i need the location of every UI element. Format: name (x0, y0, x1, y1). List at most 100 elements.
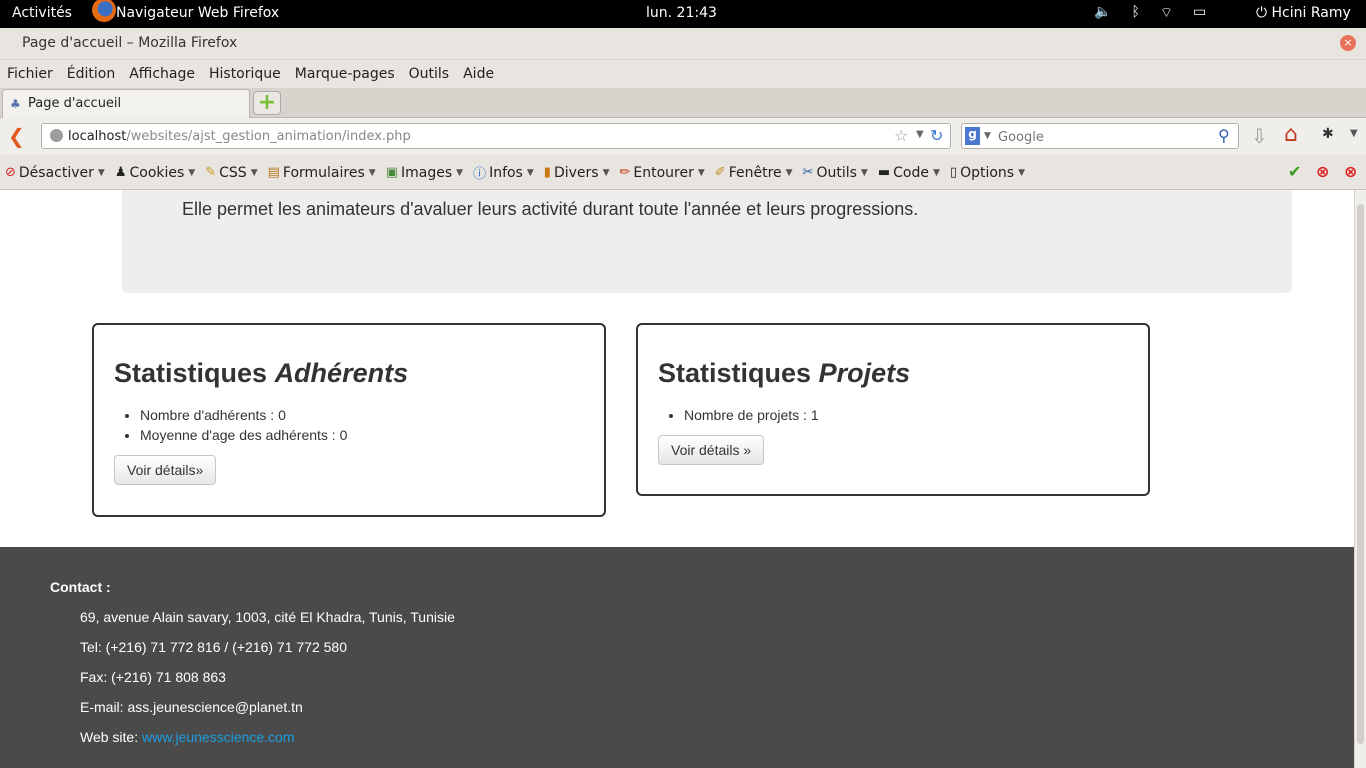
globe-icon (50, 129, 63, 142)
dropdown-arrow-icon: ▼ (697, 167, 705, 178)
pencil-icon: ✏ (619, 165, 631, 180)
url-path: /websites/ajst_gestion_animation/index.p… (126, 129, 411, 144)
dev-outils[interactable]: ✂ Outils ▼ (803, 163, 868, 182)
cookie-icon: ♟ (114, 165, 127, 180)
voir-details-adherents-button[interactable]: Voir détails» (114, 455, 217, 485)
dev-desactiver-label: Désactiver (18, 164, 94, 181)
info-icon: ⓘ (473, 167, 487, 182)
activities-button[interactable]: Activités (12, 5, 72, 21)
clipboard-icon: ▤ (267, 165, 280, 180)
dev-cookies-label: Cookies (129, 164, 185, 181)
menu-edition[interactable]: Édition (67, 60, 115, 88)
footer-address: 69, avenue Alain savary, 1003, cité El K… (80, 609, 455, 625)
clock[interactable]: lun. 21:43 (646, 5, 717, 21)
new-tab-button[interactable]: + (253, 91, 281, 115)
dev-infos[interactable]: ⓘ Infos ▼ (473, 163, 534, 183)
dev-images[interactable]: ▣ Images ▼ (386, 163, 463, 182)
navigation-toolbar: ❮ localhost/websites/ajst_gestion_animat… (0, 118, 1366, 154)
dropdown-arrow-icon: ▼ (602, 167, 610, 178)
dev-divers[interactable]: ▮ Divers ▼ (544, 163, 610, 182)
menu-outils[interactable]: Outils (409, 60, 449, 88)
menu-fichier[interactable]: Fichier (7, 60, 53, 88)
toolbar-overflow-icon[interactable]: ▼ (1350, 128, 1358, 139)
dropdown-arrow-icon: ▼ (932, 167, 940, 178)
panel-projets: Statistiques Projets Nombre de projets :… (636, 323, 1150, 496)
validation-error-icon[interactable]: ⊗ (1316, 162, 1329, 181)
url-bar[interactable]: localhost/websites/ajst_gestion_animatio… (41, 123, 951, 149)
google-engine-icon[interactable]: g (965, 127, 980, 145)
bluetooth-icon[interactable]: ᛒ (1131, 4, 1139, 22)
bookmark-star-icon[interactable]: ☆ (894, 126, 908, 145)
search-input[interactable] (998, 127, 1208, 147)
panel-projets-list: Nombre de projets : 1 (684, 405, 819, 425)
dev-code[interactable]: ▬ Code ▼ (878, 163, 940, 182)
panel-adherents: Statistiques Adhérents Nombre d'adhérent… (92, 323, 606, 517)
validation-error-2-icon[interactable]: ⊗ (1344, 162, 1357, 181)
code-icon: ▬ (877, 165, 891, 180)
window-titlebar: Page d'accueil – Mozilla Firefox × (0, 28, 1366, 60)
dev-cookies[interactable]: ♟ Cookies ▼ (115, 163, 195, 182)
user-menu[interactable]: ⏻ Hcini Ramy (1256, 5, 1351, 21)
user-name: Hcini Ramy (1271, 5, 1351, 21)
hero-section: Elle permet les animateurs d'avaluer leu… (122, 190, 1292, 293)
dropdown-arrow-icon: ▼ (1018, 167, 1026, 178)
panel-adherents-title: Statistiques Adhérents (114, 358, 408, 389)
wifi-icon[interactable]: ⌔ (1160, 4, 1173, 22)
hero-text: Elle permet les animateurs d'avaluer leu… (182, 199, 919, 219)
footer-fax: Fax: (+216) 71 808 863 (80, 669, 226, 685)
system-tray[interactable]: 🔈 ᛒ ⌔ ▭ (1094, 4, 1206, 22)
dev-options[interactable]: ▯ Options ▼ (950, 163, 1025, 182)
validation-ok-icon[interactable]: ✔ (1288, 162, 1301, 181)
vertical-scrollbar[interactable] (1354, 190, 1366, 768)
dev-entourer[interactable]: ✏ Entourer ▼ (619, 163, 704, 182)
extension-icon[interactable]: ✱ (1322, 126, 1334, 142)
engine-dropdown-icon[interactable]: ▼ (984, 131, 991, 141)
reload-icon[interactable]: ↻ (930, 126, 943, 145)
tools-icon: ✂ (802, 165, 814, 180)
url-text[interactable]: localhost/websites/ajst_gestion_animatio… (68, 129, 411, 144)
panel-projets-title: Statistiques Projets (658, 358, 910, 389)
footer-contact-label: Contact : (50, 579, 111, 595)
disable-icon: ⊘ (5, 165, 16, 180)
battery-icon[interactable]: ▭ (1193, 4, 1206, 22)
search-icon[interactable]: ⚲ (1218, 126, 1230, 145)
dropdown-arrow-icon: ▼ (188, 167, 196, 178)
app-menu[interactable]: Navigateur Web Firefox (92, 5, 279, 21)
voir-details-projets-button[interactable]: Voir détails » (658, 435, 765, 465)
dropdown-arrow-icon: ▼ (456, 167, 464, 178)
back-arrow-icon[interactable]: ❮ (8, 124, 25, 148)
scrollbar-thumb[interactable] (1357, 204, 1364, 744)
dev-css[interactable]: ✎ CSS ▼ (205, 163, 257, 182)
tab-page-accueil[interactable]: ♣ Page d'accueil (2, 89, 250, 118)
download-icon[interactable]: ⇩ (1251, 124, 1268, 148)
website-link[interactable]: www.jeunesscience.com (142, 729, 295, 745)
dev-formulaires-label: Formulaires (282, 164, 365, 181)
url-host: localhost (68, 129, 127, 144)
wand-icon: ✎ (205, 165, 217, 180)
volume-icon[interactable]: 🔈 (1094, 4, 1111, 22)
menu-affichage[interactable]: Affichage (129, 60, 195, 88)
footer-website: Web site: www.jeunesscience.com (80, 729, 295, 745)
menu-marque-pages[interactable]: Marque-pages (295, 60, 395, 88)
image-icon: ▣ (385, 165, 398, 180)
menu-aide[interactable]: Aide (463, 60, 494, 88)
list-item: Nombre d'adhérents : 0 (140, 405, 347, 425)
dev-outils-label: Outils (816, 164, 857, 181)
home-icon[interactable]: ⌂ (1284, 122, 1298, 147)
resize-icon: ✐ (714, 165, 726, 180)
dev-fenetre[interactable]: ✐ Fenêtre ▼ (715, 163, 793, 182)
footer: Contact : 69, avenue Alain savary, 1003,… (0, 547, 1354, 768)
url-history-dropdown-icon[interactable]: ▼ (916, 129, 924, 140)
dev-desactiver[interactable]: ⊘ Désactiver ▼ (5, 163, 105, 182)
dev-options-label: Options (960, 164, 1015, 181)
footer-tel: Tel: (+216) 71 772 816 / (+216) 71 772 5… (80, 639, 347, 655)
dev-code-label: Code (893, 164, 929, 181)
dropdown-arrow-icon: ▼ (250, 167, 258, 178)
search-box[interactable]: g ▼ ⚲ (961, 123, 1239, 149)
page-content: Elle permet les animateurs d'avaluer leu… (0, 190, 1354, 768)
dev-formulaires[interactable]: ▤ Formulaires ▼ (268, 163, 376, 182)
menu-historique[interactable]: Historique (209, 60, 281, 88)
panel-projets-title-em: Projets (818, 358, 911, 388)
close-window-icon[interactable]: × (1340, 35, 1356, 51)
list-item: Nombre de projets : 1 (684, 405, 819, 425)
